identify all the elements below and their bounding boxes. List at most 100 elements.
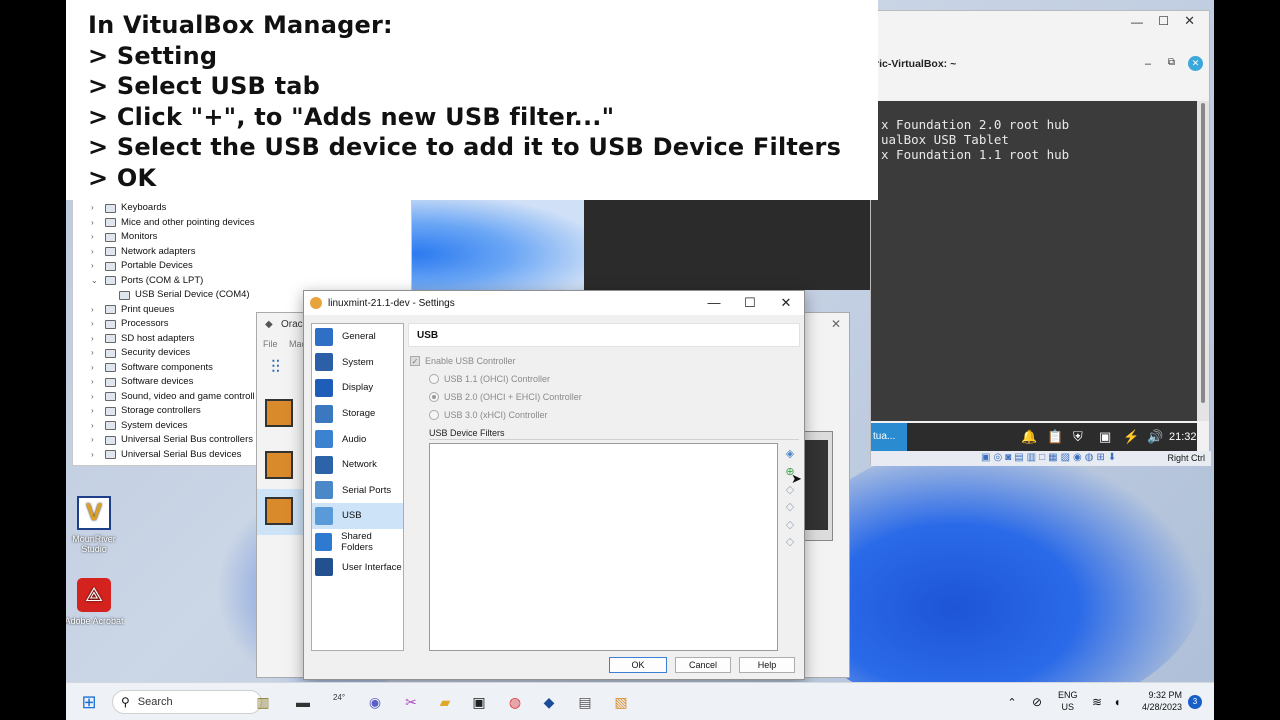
- notification-badge[interactable]: 3: [1188, 695, 1202, 709]
- terminal-close-icon[interactable]: ✕: [1188, 56, 1203, 71]
- maximize-icon[interactable]: ☐: [736, 294, 764, 312]
- chevron-icon[interactable]: ›: [91, 216, 105, 231]
- usb11-radio[interactable]: USB 1.1 (OHCI) Controller: [408, 370, 800, 388]
- chevron-icon[interactable]: ›: [91, 201, 105, 216]
- usb20-radio[interactable]: USB 2.0 (OHCI + EHCI) Controller: [408, 388, 800, 406]
- device-category[interactable]: › Portable Devices: [91, 259, 255, 274]
- close-icon[interactable]: ✕: [831, 317, 841, 331]
- sidebar-item-user-interface[interactable]: User Interface: [312, 554, 403, 580]
- volume-icon[interactable]: 🔊: [1147, 429, 1163, 445]
- ok-button[interactable]: OK: [609, 657, 667, 673]
- edit-filter-icon[interactable]: ◇: [783, 483, 797, 497]
- device-category[interactable]: › Universal Serial Bus controllers: [91, 433, 255, 448]
- sidebar-item-usb[interactable]: USB: [312, 503, 403, 529]
- remove-filter-icon[interactable]: ◇: [783, 500, 797, 514]
- weather-temp[interactable]: 24°: [328, 686, 350, 708]
- sidebar-item-storage[interactable]: Storage: [312, 401, 403, 427]
- device-category[interactable]: › Keyboards: [91, 201, 255, 216]
- device-category[interactable]: › Security devices: [91, 346, 255, 361]
- power-icon[interactable]: ⚡: [1123, 429, 1139, 445]
- language-indicator[interactable]: ENG US: [1058, 689, 1078, 713]
- chevron-icon[interactable]: ›: [91, 245, 105, 260]
- device-category[interactable]: › Storage controllers: [91, 404, 255, 419]
- minimize-icon[interactable]: —: [1131, 15, 1143, 29]
- desktop-icon-acrobat[interactable]: ⟁ Adobe Acrobat: [66, 578, 124, 626]
- vm-icon[interactable]: [265, 451, 293, 479]
- chevron-icon[interactable]: ›: [91, 390, 105, 405]
- sidebar-item-audio[interactable]: Audio: [312, 426, 403, 452]
- notification-icon[interactable]: 🔔: [1021, 429, 1037, 445]
- usb30-radio[interactable]: USB 3.0 (xHCI) Controller: [408, 406, 800, 424]
- chevron-icon[interactable]: ›: [91, 332, 105, 347]
- device-category[interactable]: USB Serial Device (COM4): [91, 288, 255, 303]
- volume-icon[interactable]: ◖: [1106, 691, 1128, 713]
- network-icon[interactable]: ▣: [1099, 429, 1111, 445]
- desktop-icon[interactable]: ▬: [292, 691, 314, 713]
- move-up-filter-icon[interactable]: ◇: [783, 518, 797, 532]
- wifi-icon[interactable]: ≋: [1086, 691, 1108, 713]
- chevron-icon[interactable]: ›: [91, 303, 105, 318]
- chevron-icon[interactable]: ›: [91, 433, 105, 448]
- sidebar-item-display[interactable]: Display: [312, 375, 403, 401]
- taskbar-search[interactable]: ⚲ Search: [112, 690, 262, 714]
- device-category[interactable]: › Universal Serial Bus devices: [91, 448, 255, 463]
- chevron-icon[interactable]: ›: [91, 375, 105, 390]
- chrome-icon[interactable]: ◍: [504, 691, 526, 713]
- chevron-icon[interactable]: ›: [91, 346, 105, 361]
- device-category[interactable]: › Monitors: [91, 230, 255, 245]
- tools-icon[interactable]: ⫶⫶: [271, 357, 280, 378]
- device-category[interactable]: › Sound, video and game controll: [91, 390, 255, 405]
- clipboard-icon[interactable]: 📋: [1047, 429, 1063, 445]
- task-view-icon[interactable]: ▥: [252, 691, 274, 713]
- device-category[interactable]: › SD host adapters: [91, 332, 255, 347]
- windows-start-icon[interactable]: ⊞: [78, 691, 100, 713]
- vm-icon[interactable]: [265, 399, 293, 427]
- menu-file[interactable]: File: [263, 339, 278, 349]
- usb-filter-list[interactable]: [429, 443, 778, 651]
- chevron-icon[interactable]: ›: [91, 317, 105, 332]
- device-category[interactable]: › Network adapters: [91, 245, 255, 260]
- cancel-button[interactable]: Cancel: [675, 657, 731, 673]
- close-icon[interactable]: ✕: [772, 294, 800, 312]
- chevron-icon[interactable]: ⌄: [91, 274, 105, 289]
- close-icon[interactable]: ✕: [1184, 13, 1195, 29]
- terminal-restore-icon[interactable]: ⧉: [1168, 57, 1175, 68]
- chevron-icon[interactable]: ›: [91, 419, 105, 434]
- status-device-icons[interactable]: ▣◎◙▤▥□▦▧◉◍⊞⬇: [981, 452, 1119, 463]
- sidebar-item-system[interactable]: System: [312, 350, 403, 376]
- device-category[interactable]: › Mice and other pointing devices: [91, 216, 255, 231]
- device-category[interactable]: › Print queues: [91, 303, 255, 318]
- network-status-icon[interactable]: ⊘: [1026, 691, 1048, 713]
- device-category[interactable]: › System devices: [91, 419, 255, 434]
- sidebar-item-network[interactable]: Network: [312, 452, 403, 478]
- terminal-icon[interactable]: ▣: [468, 691, 490, 713]
- chevron-icon[interactable]: ›: [91, 448, 105, 463]
- vm-icon[interactable]: [265, 497, 293, 525]
- scrollbar[interactable]: [1197, 101, 1209, 421]
- file-explorer-icon[interactable]: ▰: [434, 691, 456, 713]
- chevron-up-icon[interactable]: ⌃: [1001, 691, 1023, 713]
- chevron-icon[interactable]: ›: [91, 259, 105, 274]
- chevron-icon[interactable]: ›: [91, 404, 105, 419]
- sidebar-item-serial-ports[interactable]: Serial Ports: [312, 478, 403, 504]
- teams-icon[interactable]: ◉: [364, 691, 386, 713]
- move-down-filter-icon[interactable]: ◇: [783, 535, 797, 549]
- minimize-icon[interactable]: —: [700, 294, 728, 312]
- device-category[interactable]: › Processors: [91, 317, 255, 332]
- device-category[interactable]: ⌄ Ports (COM & LPT): [91, 274, 255, 289]
- app-icon[interactable]: ▤: [574, 691, 596, 713]
- enable-usb-checkbox[interactable]: ✓ Enable USB Controller: [408, 352, 800, 370]
- device-category[interactable]: › Software components: [91, 361, 255, 376]
- shield-icon[interactable]: ⛨: [1073, 429, 1083, 445]
- desktop-icon-mounriver[interactable]: V MounRiver Studio: [66, 496, 124, 554]
- usb-filter-icon[interactable]: ◈: [783, 447, 797, 461]
- snipping-icon[interactable]: ✂: [400, 691, 422, 713]
- device-category[interactable]: › Software devices: [91, 375, 255, 390]
- chevron-icon[interactable]: ›: [91, 230, 105, 245]
- panel-task-label[interactable]: tua...: [871, 423, 907, 451]
- sidebar-item-shared-folders[interactable]: Shared Folders: [312, 529, 403, 555]
- chevron-icon[interactable]: ›: [91, 361, 105, 376]
- maximize-icon[interactable]: ☐: [1158, 14, 1169, 28]
- virtualbox-icon[interactable]: ◆: [538, 691, 560, 713]
- help-button[interactable]: Help: [739, 657, 795, 673]
